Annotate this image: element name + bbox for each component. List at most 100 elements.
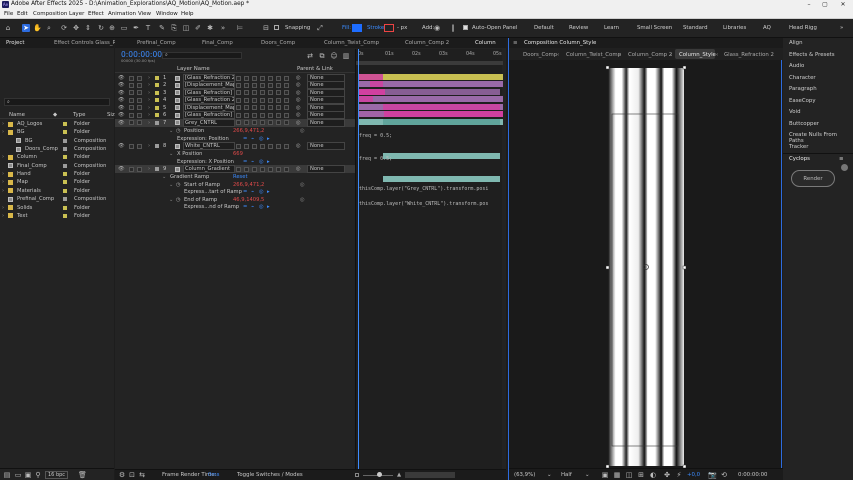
chevron-icon[interactable]: » [219, 24, 227, 32]
render-icon[interactable]: ⚙ [118, 471, 126, 479]
layer-switch[interactable] [129, 82, 134, 88]
tab-column-twist-comp[interactable]: Column_Twist_Comp [324, 40, 379, 46]
maximize-icon[interactable]: ▢ [816, 0, 834, 10]
menu-effect[interactable]: Effect [88, 11, 104, 17]
tab-effect-controls[interactable]: Effect Controls Glass_R [54, 40, 116, 46]
layer-switch[interactable] [129, 112, 134, 118]
expression-language-icon[interactable]: ▸ [267, 203, 270, 211]
layer-label-chip[interactable] [155, 83, 159, 88]
layer-switch[interactable] [129, 75, 134, 81]
layer-switch[interactable] [284, 90, 289, 96]
tab-final-comp[interactable]: Final_Comp [202, 40, 233, 46]
layer-switch[interactable] [137, 90, 142, 96]
label-color-chip[interactable] [63, 180, 67, 185]
layer-label-chip[interactable] [155, 167, 159, 171]
menu-window[interactable]: Window [156, 11, 178, 17]
zoom-in-icon[interactable]: ▲ [397, 472, 401, 478]
layer-switch[interactable] [268, 143, 273, 149]
type-tool-icon[interactable]: T [144, 24, 152, 32]
col-layer-name[interactable]: Layer Name [177, 66, 210, 72]
tab-prefinal-comp[interactable]: Prefinal_Comp [137, 40, 176, 46]
timeline-search-input[interactable]: ⌕ [162, 52, 242, 59]
layer-switch[interactable] [236, 82, 241, 88]
layer-switch[interactable] [260, 105, 265, 111]
region-icon[interactable]: ▣ [601, 471, 609, 479]
layer-switch[interactable] [244, 105, 249, 111]
layer-switch[interactable] [284, 166, 289, 172]
orbit-tool-icon[interactable]: ⟳ [60, 24, 68, 32]
puppet-tool-icon[interactable]: ✱ [206, 24, 214, 32]
zoom-slider-handle[interactable] [377, 472, 382, 477]
layer-switch[interactable] [137, 143, 142, 149]
tab-composition[interactable]: Composition Column_Style [524, 40, 596, 46]
adjust-icon[interactable]: ⚲ [34, 471, 42, 479]
time-ruler[interactable]: 0s 01s 02s 03s 04s 05s [356, 52, 503, 60]
label-color-chip[interactable] [63, 197, 67, 202]
layer-switch[interactable] [252, 166, 257, 172]
layer-switch[interactable] [129, 105, 134, 111]
layer-switch[interactable] [252, 105, 257, 111]
layer-switch[interactable] [129, 120, 134, 126]
stroke-width[interactable]: - px [397, 25, 407, 31]
layer-duration-bar[interactable] [383, 153, 500, 159]
menu-file[interactable]: File [4, 11, 13, 17]
layer-switch[interactable] [129, 97, 134, 103]
workspace-default[interactable]: Default [534, 25, 554, 31]
layer-switch[interactable] [244, 143, 249, 149]
dolly-tool-icon[interactable]: ⇕ [84, 24, 92, 32]
stroke-swatch[interactable] [384, 24, 394, 32]
expand-arrow-icon[interactable]: › [148, 165, 150, 173]
layer-switch[interactable] [137, 97, 142, 103]
right-panel-item[interactable]: Effects & Presets [789, 52, 835, 58]
workspace-aq[interactable]: AQ [763, 25, 771, 31]
menu-edit[interactable]: Edit [17, 11, 28, 17]
layer-switch[interactable] [244, 120, 249, 126]
expression-graph-icon[interactable]: ⌁ [251, 203, 254, 211]
expand-arrow-icon[interactable]: › [148, 142, 150, 150]
layer-switch[interactable] [276, 75, 281, 81]
layer-duration-bar[interactable] [359, 88, 385, 95]
layer-switch[interactable] [276, 166, 281, 172]
pick-whip-icon[interactable]: ◎ [296, 142, 301, 150]
layer-switch[interactable] [252, 75, 257, 81]
trash-icon[interactable]: 🗑 [78, 471, 87, 479]
expression-enable-icon[interactable]: = [243, 203, 247, 211]
parent-dropdown[interactable]: None [307, 142, 345, 150]
pick-whip-icon[interactable]: ◎ [296, 119, 301, 127]
layer-switch[interactable] [236, 143, 241, 149]
layer-switch[interactable] [268, 112, 273, 118]
layer-duration-bar-segment[interactable] [385, 88, 500, 95]
align-left-icon[interactable]: ⊨ [236, 24, 244, 32]
right-panel-item[interactable]: Create Nulls From Paths [789, 132, 853, 144]
color-management-icon[interactable]: ✤ [663, 471, 671, 479]
layer-switch[interactable] [252, 112, 257, 118]
add-menu-icon[interactable]: ◉ [433, 24, 441, 32]
draft-3d-icon[interactable]: ⧉ [318, 52, 326, 60]
label-color-chip[interactable] [63, 205, 67, 210]
hand-tool-icon[interactable]: ✋ [33, 24, 42, 32]
expand-arrow-icon[interactable]: › [2, 204, 4, 212]
property-row[interactable]: Express...nd of Ramp = ⌁ ◎ ▸ [115, 203, 355, 211]
layer-duration-bar-segment[interactable] [383, 103, 500, 110]
layer-label-chip[interactable] [155, 90, 159, 95]
project-item[interactable]: › BG Folder [0, 128, 114, 136]
col-type[interactable]: Type [73, 112, 85, 118]
label-color-chip[interactable] [63, 147, 67, 152]
expand-arrow-icon[interactable]: › [2, 153, 4, 161]
close-icon[interactable]: ✕ [834, 0, 852, 10]
layer-row[interactable]: 👁 › 7 Grey_CNTRL ◎ None [115, 118, 355, 127]
layer-row[interactable]: 👁 › 9 Column_Gradient ◎ None [115, 165, 355, 173]
layer-label-chip[interactable] [155, 144, 159, 148]
layer-switch[interactable] [137, 82, 142, 88]
label-color-chip[interactable] [63, 138, 67, 143]
layer-switch[interactable] [137, 112, 142, 118]
tab-column[interactable]: Column [475, 40, 496, 46]
composition-canvas[interactable] [606, 66, 686, 468]
layer-switch[interactable] [252, 143, 257, 149]
toggle-switches-button[interactable]: Toggle Switches / Modes [237, 472, 303, 478]
layer-switch[interactable] [137, 75, 142, 81]
tab-column-comp-2[interactable]: Column_Comp 2 [405, 40, 449, 46]
layer-switch[interactable] [244, 82, 249, 88]
layer-duration-bar-segment[interactable] [359, 74, 383, 80]
menu-view[interactable]: View [138, 11, 151, 17]
